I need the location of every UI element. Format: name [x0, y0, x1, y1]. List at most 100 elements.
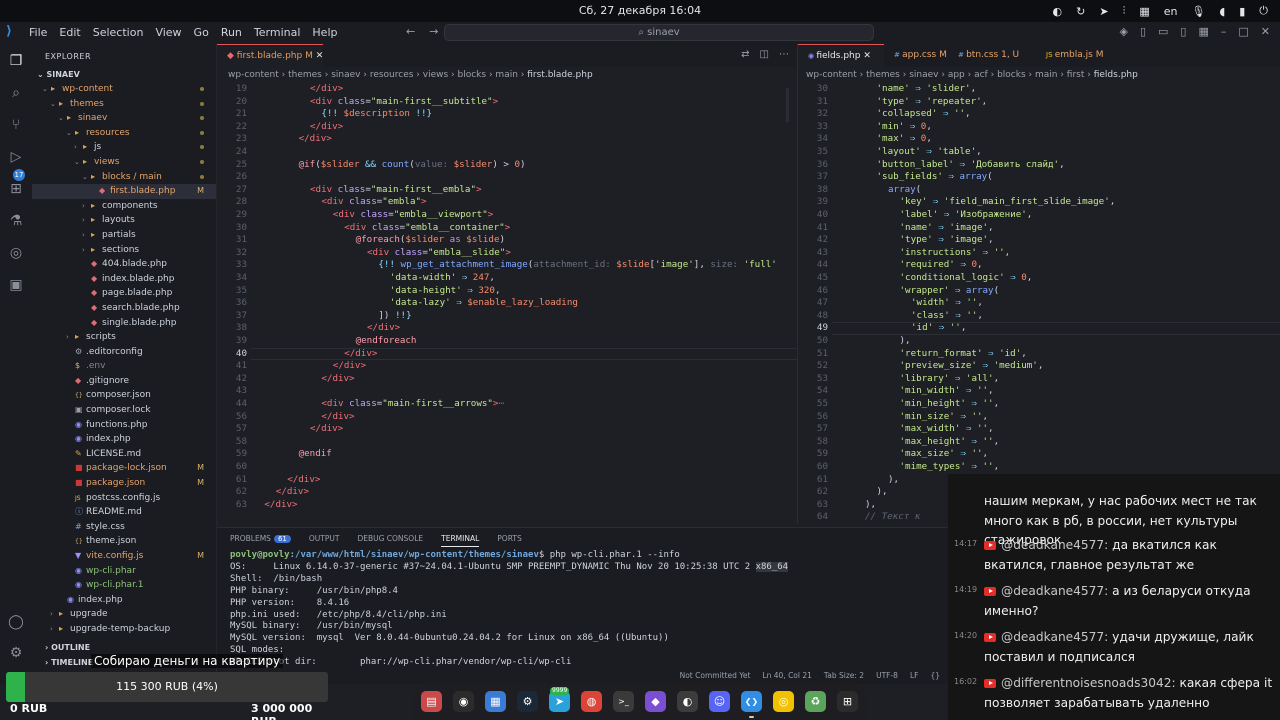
close-tab-icon[interactable]: ✕ — [316, 51, 324, 61]
split-editor-icon[interactable]: ◫ — [760, 49, 769, 60]
tree-item[interactable]: ⚙ .editorconfig — [32, 345, 216, 360]
tree-item[interactable]: ◆ 404.blade.php — [32, 257, 216, 272]
breadcrumb-item[interactable]: themes — [866, 70, 900, 80]
tree-item[interactable]: › ▸ upgrade-temp-backup — [32, 622, 216, 637]
tree-item[interactable]: {} composer.json — [32, 388, 216, 403]
source-control-icon[interactable]: ⑂ — [7, 116, 25, 134]
app-tray-icon[interactable]: ▦ — [1139, 5, 1149, 18]
breadcrumb-item[interactable]: app — [948, 70, 965, 80]
tree-item[interactable]: ⌄ ▸ wp-content — [32, 82, 216, 97]
chrome-icon[interactable]: ◍ — [581, 691, 602, 712]
account-icon[interactable]: ◯ — [7, 613, 25, 631]
status-item[interactable]: Tab Size: 2 — [824, 671, 864, 680]
left-scrollbar-thumb[interactable] — [786, 88, 789, 122]
tree-item[interactable]: › ▸ partials — [32, 228, 216, 243]
obs-tray-icon[interactable]: ◐ — [1053, 5, 1063, 18]
files-icon[interactable]: ▤ — [421, 691, 442, 712]
menu-edit[interactable]: Edit — [59, 26, 80, 39]
tree-item[interactable]: {} theme.json — [32, 534, 216, 549]
maximize-icon[interactable]: □ — [1238, 25, 1248, 38]
panel-tab-output[interactable]: OUTPUT — [309, 534, 340, 547]
appearance-icon[interactable]: ◐ — [677, 691, 698, 712]
tree-item[interactable]: ✎ LICENSE.md — [32, 447, 216, 462]
tree-item[interactable]: ◆ index.blade.php — [32, 272, 216, 287]
status-item[interactable]: Not Committed Yet — [680, 671, 751, 680]
breadcrumb-item[interactable]: fields.php — [1094, 70, 1138, 80]
tree-item[interactable]: ◉ wp-cli.phar — [32, 564, 216, 579]
menu-file[interactable]: File — [29, 26, 47, 39]
tree-item[interactable]: ◆ .gitignore — [32, 374, 216, 389]
breadcrumb-item[interactable]: sinaev — [909, 70, 938, 80]
blender-icon[interactable]: ◎ — [773, 691, 794, 712]
breadcrumb-item[interactable]: first — [1067, 70, 1085, 80]
panel-tab-debug-console[interactable]: DEBUG CONSOLE — [357, 534, 423, 547]
breadcrumb-item[interactable]: main — [1035, 70, 1058, 80]
tab-embla-js[interactable]: JS embla.js M — [1036, 44, 1116, 67]
tree-item[interactable]: ▼ vite.config.js M — [32, 549, 216, 564]
terminal-icon[interactable]: >_ — [613, 691, 634, 712]
tree-item[interactable]: $ .env — [32, 359, 216, 374]
tree-item[interactable]: ◉ index.php — [32, 593, 216, 608]
tree-item[interactable]: ◉ wp-cli.phar.1 — [32, 578, 216, 593]
vscode-icon[interactable]: ❮❯ — [741, 691, 762, 718]
tree-item[interactable]: ⌄ ▸ blocks / main — [32, 170, 216, 185]
status-item[interactable]: LF — [910, 671, 919, 680]
panel-tab-ports[interactable]: PORTS — [497, 534, 521, 547]
left-code-editor[interactable]: 19 </div> 20 <div class="main-first__subtit… — [217, 83, 797, 510]
remote-icon[interactable]: ◎ — [7, 244, 25, 262]
obs-icon[interactable]: ◉ — [453, 691, 474, 712]
back-arrow-icon[interactable]: ← — [406, 25, 415, 38]
tree-item[interactable]: ■ package.json M — [32, 476, 216, 491]
status-item[interactable]: UTF-8 — [876, 671, 898, 680]
close-tab-icon[interactable]: ✕ — [860, 51, 871, 61]
menu-run[interactable]: Run — [221, 26, 242, 39]
explorer-icon[interactable]: ❐ — [7, 52, 25, 70]
breadcrumb-item[interactable]: acf — [974, 70, 988, 80]
menu-selection[interactable]: Selection — [93, 26, 144, 39]
tree-item[interactable]: ■ package-lock.json M — [32, 461, 216, 476]
trash-icon[interactable]: ♻ — [805, 691, 826, 712]
menu-help[interactable]: Help — [312, 26, 337, 39]
tree-item[interactable]: › ▸ scripts — [32, 330, 216, 345]
breadcrumb-item[interactable]: wp-content — [806, 70, 857, 80]
status-item[interactable]: Ln 40, Col 21 — [762, 671, 811, 680]
forward-arrow-icon[interactable]: → — [429, 25, 438, 38]
tree-item[interactable]: ◆ page.blade.php — [32, 286, 216, 301]
tree-item[interactable]: › ▸ layouts — [32, 213, 216, 228]
workspace-root[interactable]: ⌄ SINAEV — [32, 68, 216, 82]
breadcrumb-item[interactable]: blocks — [997, 70, 1026, 80]
refresh-tray-icon[interactable]: ↻ — [1076, 5, 1085, 18]
tab-fields-php[interactable]: ◉ fields.php ✕ — [798, 44, 884, 67]
breadcrumb-item[interactable]: sinaev — [331, 70, 360, 80]
battery-icon[interactable]: ▮ — [1239, 5, 1245, 18]
docker-icon[interactable]: ▣ — [7, 276, 25, 294]
tree-item[interactable]: ⓘ README.md — [32, 505, 216, 520]
panel-tab-terminal[interactable]: TERMINAL — [441, 534, 480, 547]
menu-go[interactable]: Go — [194, 26, 209, 39]
tree-item[interactable]: ⌄ ▸ views — [32, 155, 216, 170]
layout-icon[interactable]: ▦ — [1198, 25, 1208, 38]
breadcrumb-item[interactable]: wp-content — [228, 70, 279, 80]
tree-item[interactable]: ◆ first.blade.php M — [32, 184, 216, 199]
tab-first-blade[interactable]: ◆ first.blade.php M ✕ — [217, 44, 323, 67]
tree-item[interactable]: ◆ single.blade.php — [32, 316, 216, 331]
tab-app-css[interactable]: # app.css M — [884, 44, 948, 67]
tree-item[interactable]: ⌄ ▸ resources — [32, 126, 216, 141]
breadcrumb-item[interactable]: first.blade.php — [527, 70, 592, 80]
close-window-icon[interactable]: ✕ — [1261, 25, 1270, 38]
open-changes-icon[interactable]: ⇄ — [741, 49, 749, 60]
breadcrumb-item[interactable]: views — [423, 70, 448, 80]
tree-item[interactable]: ⌄ ▸ sinaev — [32, 111, 216, 126]
status-item[interactable]: {} — [930, 671, 940, 680]
tree-item[interactable]: › ▸ sections — [32, 243, 216, 258]
tree-item[interactable]: JS postcss.config.js — [32, 491, 216, 506]
tree-item[interactable]: ◉ index.php — [32, 432, 216, 447]
volume-icon[interactable]: ◖ — [1219, 5, 1225, 18]
tree-item[interactable]: ▣ composer.lock — [32, 403, 216, 418]
right-code-editor[interactable]: 30 'name' ⇒ 'slider', 31 'type' ⇒ 'repeater… — [798, 83, 1280, 524]
mic-icon[interactable]: 🎙︎ — [1191, 5, 1205, 18]
tree-item[interactable]: ◆ search.blade.php — [32, 301, 216, 316]
search-icon[interactable]: ⌕ — [7, 84, 25, 102]
telegram-tray-icon[interactable]: ➤ — [1099, 5, 1108, 18]
steam-icon[interactable]: ⚙ — [517, 691, 538, 712]
